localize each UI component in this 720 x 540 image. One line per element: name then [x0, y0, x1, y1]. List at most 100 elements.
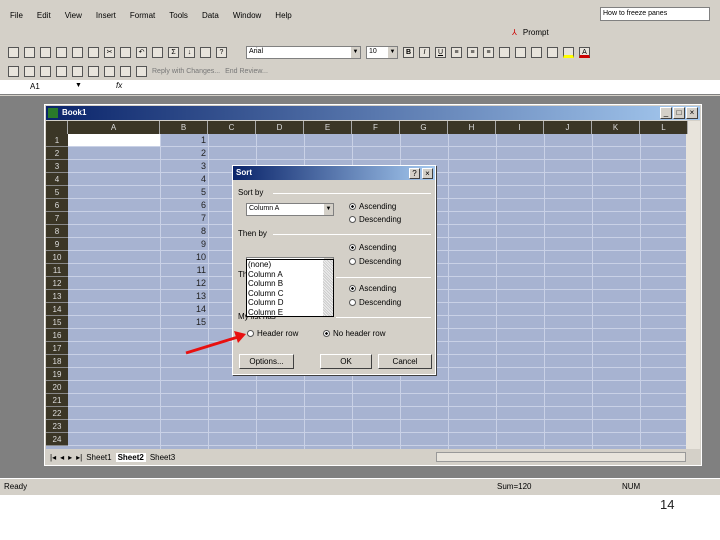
- select-all-corner[interactable]: [46, 121, 68, 134]
- row-header-20[interactable]: 20: [46, 381, 68, 394]
- currency-icon[interactable]: [515, 47, 526, 58]
- font-name-select[interactable]: Arial ▼: [246, 46, 361, 59]
- column-header-E[interactable]: E: [304, 121, 352, 134]
- fx-icon[interactable]: fx: [116, 81, 122, 90]
- prompt-button[interactable]: Prompt: [523, 28, 549, 37]
- row-header-5[interactable]: 5: [46, 186, 68, 199]
- then-by-ascending-radio[interactable]: Ascending: [349, 243, 396, 252]
- last-sheet-button[interactable]: ▸|: [76, 453, 82, 462]
- sort-by-select[interactable]: Column A ▼: [246, 203, 334, 216]
- menu-file[interactable]: File: [10, 11, 23, 20]
- review-icon[interactable]: [40, 66, 51, 77]
- help-search-box[interactable]: How to freeze panes: [600, 7, 710, 21]
- maximize-button[interactable]: □: [673, 107, 685, 119]
- menu-view[interactable]: View: [65, 11, 82, 20]
- row-header-24[interactable]: 24: [46, 433, 68, 446]
- name-box[interactable]: A1: [30, 82, 40, 91]
- next-sheet-button[interactable]: ▸: [68, 453, 72, 462]
- row-header-10[interactable]: 10: [46, 251, 68, 264]
- prev-sheet-button[interactable]: ◂: [60, 453, 64, 462]
- fill-color-icon[interactable]: [563, 47, 574, 58]
- cell-B5[interactable]: 5: [160, 186, 208, 199]
- column-header-B[interactable]: B: [160, 121, 208, 134]
- borders-icon[interactable]: [547, 47, 558, 58]
- column-header-C[interactable]: C: [208, 121, 256, 134]
- row-header-1[interactable]: 1: [46, 134, 68, 147]
- row-header-14[interactable]: 14: [46, 303, 68, 316]
- menu-tools[interactable]: Tools: [169, 11, 188, 20]
- review-icon[interactable]: [56, 66, 67, 77]
- dropdown-option[interactable]: Column B: [248, 279, 333, 289]
- dropdown-option[interactable]: Column D: [248, 298, 333, 308]
- then-by-2-descending-radio[interactable]: Descending: [349, 298, 401, 307]
- cell-B10[interactable]: 10: [160, 251, 208, 264]
- menu-insert[interactable]: Insert: [96, 11, 116, 20]
- row-header-11[interactable]: 11: [46, 264, 68, 277]
- row-header-21[interactable]: 21: [46, 394, 68, 407]
- merge-icon[interactable]: [499, 47, 510, 58]
- row-header-3[interactable]: 3: [46, 160, 68, 173]
- row-header-23[interactable]: 23: [46, 420, 68, 433]
- menu-format[interactable]: Format: [130, 11, 155, 20]
- column-header-J[interactable]: J: [544, 121, 592, 134]
- column-header-K[interactable]: K: [592, 121, 640, 134]
- cancel-button[interactable]: Cancel: [378, 354, 432, 369]
- review-icon[interactable]: [88, 66, 99, 77]
- then-by-dropdown-list[interactable]: (none) Column A Column B Column C Column…: [246, 259, 334, 317]
- no-header-row-radio[interactable]: No header row: [323, 329, 385, 338]
- cell-B7[interactable]: 7: [160, 212, 208, 225]
- cell-B1[interactable]: 1: [160, 134, 208, 147]
- review-icon[interactable]: [72, 66, 83, 77]
- cell-B11[interactable]: 11: [160, 264, 208, 277]
- align-left-icon[interactable]: ≡: [451, 47, 462, 58]
- row-header-4[interactable]: 4: [46, 173, 68, 186]
- row-header-18[interactable]: 18: [46, 355, 68, 368]
- new-icon[interactable]: [8, 47, 19, 58]
- dropdown-scrollbar[interactable]: [323, 260, 333, 316]
- then-by-descending-radio[interactable]: Descending: [349, 257, 401, 266]
- review-icon[interactable]: [24, 66, 35, 77]
- dropdown-option[interactable]: Column C: [248, 289, 333, 299]
- cell-B8[interactable]: 8: [160, 225, 208, 238]
- review-icon[interactable]: [136, 66, 147, 77]
- tab-sheet3[interactable]: Sheet3: [150, 453, 175, 462]
- dropdown-option[interactable]: (none): [248, 260, 333, 270]
- cell-B2[interactable]: 2: [160, 147, 208, 160]
- formula-input[interactable]: [128, 80, 718, 94]
- sort-by-ascending-radio[interactable]: Ascending: [349, 202, 396, 211]
- cut-icon[interactable]: ✂: [104, 47, 115, 58]
- reply-with-changes-button[interactable]: Reply with Changes...: [152, 68, 220, 75]
- row-header-17[interactable]: 17: [46, 342, 68, 355]
- row-header-13[interactable]: 13: [46, 290, 68, 303]
- dropdown-option[interactable]: Column A: [248, 270, 333, 280]
- font-size-select[interactable]: 10 ▼: [366, 46, 398, 59]
- review-icon[interactable]: [8, 66, 19, 77]
- cell-B3[interactable]: 3: [160, 160, 208, 173]
- tab-sheet1[interactable]: Sheet1: [86, 453, 111, 462]
- row-header-7[interactable]: 7: [46, 212, 68, 225]
- font-color-icon[interactable]: A: [579, 47, 590, 58]
- paste-icon[interactable]: [120, 47, 131, 58]
- horizontal-scrollbar[interactable]: [436, 452, 686, 462]
- open-icon[interactable]: [24, 47, 35, 58]
- spelling-icon[interactable]: [88, 47, 99, 58]
- help-icon[interactable]: ?: [216, 47, 227, 58]
- column-header-G[interactable]: G: [400, 121, 448, 134]
- column-header-L[interactable]: L: [640, 121, 688, 134]
- name-box-dropdown-icon[interactable]: ▼: [75, 82, 82, 89]
- review-icon[interactable]: [104, 66, 115, 77]
- row-header-2[interactable]: 2: [46, 147, 68, 160]
- column-header-H[interactable]: H: [448, 121, 496, 134]
- review-icon[interactable]: [120, 66, 131, 77]
- sort-by-descending-radio[interactable]: Descending: [349, 215, 401, 224]
- cell-B14[interactable]: 14: [160, 303, 208, 316]
- align-center-icon[interactable]: ≡: [467, 47, 478, 58]
- cell-B13[interactable]: 13: [160, 290, 208, 303]
- cell-B12[interactable]: 12: [160, 277, 208, 290]
- row-header-12[interactable]: 12: [46, 277, 68, 290]
- active-cell-A1[interactable]: [68, 134, 160, 146]
- align-right-icon[interactable]: ≡: [483, 47, 494, 58]
- preview-icon[interactable]: [72, 47, 83, 58]
- close-button[interactable]: ×: [686, 107, 698, 119]
- acrobat-icon[interactable]: ⅄: [512, 28, 517, 37]
